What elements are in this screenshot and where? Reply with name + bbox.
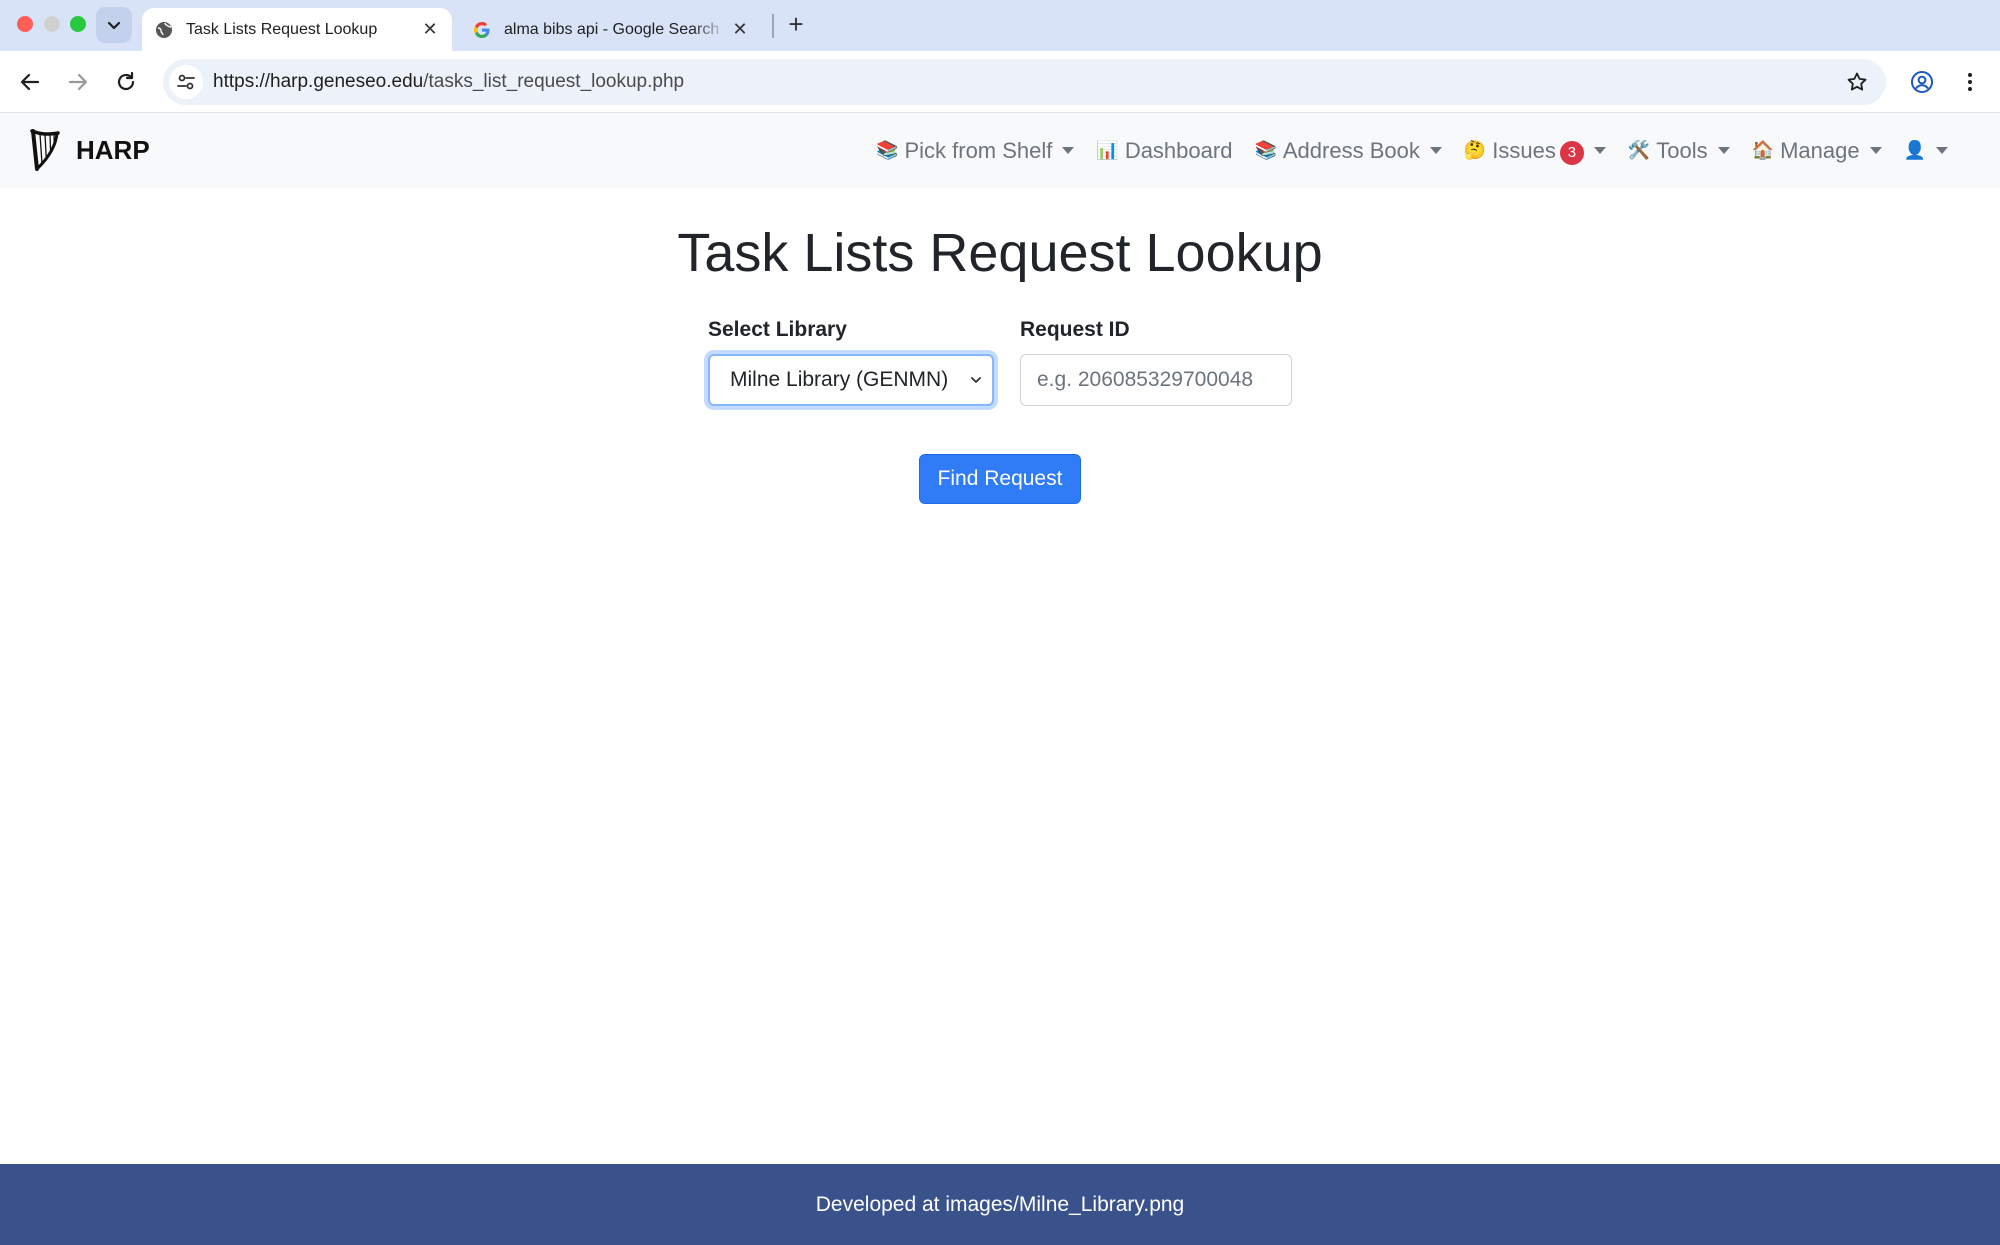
profile-button[interactable] [1904, 64, 1940, 100]
nav-issues[interactable]: 🤔 Issues 3 [1464, 137, 1606, 165]
address-bar[interactable]: https://harp.geneseo.edu/tasks_list_requ… [163, 59, 1886, 105]
browser-tab-strip: Task Lists Request Lookup ✕ alma bibs ap… [0, 0, 2000, 51]
nav-label: Address Book [1282, 137, 1420, 163]
nav-label: Dashboard [1124, 137, 1233, 163]
tab-title: Task Lists Request Lookup [186, 20, 378, 38]
request-id-field-group: Request ID [1020, 318, 1292, 406]
caret-down-icon [1429, 147, 1442, 154]
nav-address-book[interactable]: 📚 Address Book [1254, 137, 1442, 164]
books-icon: 📚 [876, 140, 899, 160]
nav-label: Pick from Shelf [904, 137, 1053, 163]
url-path: /tasks_list_request_lookup.php [423, 71, 685, 92]
issues-count-badge: 3 [1559, 140, 1584, 165]
browser-toolbar: https://harp.geneseo.edu/tasks_list_requ… [0, 51, 2000, 113]
nav-pick-from-shelf[interactable]: 📚 Pick from Shelf [876, 137, 1075, 164]
chevron-down-icon [107, 21, 121, 30]
reload-button[interactable] [108, 64, 144, 100]
close-window-button[interactable] [17, 16, 33, 32]
thinking-face-icon: 🤔 [1463, 140, 1487, 160]
nav-menu: 📚 Pick from Shelf 📊 Dashboard 📚 Address … [854, 113, 1948, 188]
lookup-form: Select Library Milne Library (GENMN) Req… [708, 318, 1318, 406]
request-id-label: Request ID [1020, 318, 1130, 341]
nav-user-menu[interactable]: 👤 [1904, 140, 1948, 161]
nav-tools[interactable]: 🛠️ Tools [1628, 138, 1730, 164]
account-circle-icon [1911, 71, 1933, 93]
tools-icon: 🛠️ [1627, 140, 1651, 160]
bar-chart-icon: 📊 [1096, 140, 1119, 160]
caret-down-icon [1869, 147, 1882, 154]
close-tab-icon[interactable]: ✕ [726, 16, 754, 44]
brand-name: HARP [76, 134, 150, 165]
arrow-right-icon [68, 73, 88, 91]
close-tab-icon[interactable]: ✕ [416, 16, 444, 44]
chevron-down-icon [966, 370, 986, 390]
back-button[interactable] [12, 64, 48, 100]
minimize-window-button[interactable] [44, 16, 60, 32]
url-text: https://harp.geneseo.edu/tasks_list_requ… [213, 71, 684, 93]
library-field-group: Select Library Milne Library (GENMN) [708, 318, 994, 406]
maximize-window-button[interactable] [70, 16, 86, 32]
reload-icon [117, 71, 135, 91]
url-host: https://harp.geneseo.edu [213, 71, 424, 92]
library-select[interactable]: Milne Library (GENMN) [708, 354, 994, 406]
page-title: Task Lists Request Lookup [677, 223, 1323, 283]
find-request-button[interactable]: Find Request [919, 454, 1081, 504]
site-settings-icon[interactable] [169, 65, 203, 99]
browser-menu-button[interactable] [1952, 64, 1988, 100]
library-label: Select Library [708, 318, 847, 341]
nav-label: Manage [1780, 137, 1860, 163]
nav-label: Issues [1492, 137, 1556, 163]
brand-link[interactable]: HARP [28, 127, 150, 173]
tab-search-button[interactable] [96, 7, 132, 43]
tab-separator [772, 14, 774, 38]
forward-button[interactable] [60, 64, 96, 100]
new-tab-button[interactable]: + [780, 8, 812, 40]
harp-icon [30, 129, 60, 171]
house-icon: 🏠 [1751, 140, 1775, 160]
browser-tab-active[interactable]: Task Lists Request Lookup ✕ [142, 8, 452, 51]
nav-label: Tools [1656, 137, 1708, 163]
footer-text: Developed at images/Milne_Library.png [815, 1192, 1185, 1216]
bookmark-star-icon[interactable] [1842, 67, 1872, 97]
browser-tab-inactive[interactable]: alma bibs api - Google Search ✕ [460, 8, 762, 51]
google-icon [472, 20, 492, 40]
nav-manage[interactable]: 🏠 Manage [1752, 138, 1882, 164]
kebab-menu-icon [1968, 73, 1972, 91]
arrow-left-icon [20, 73, 40, 91]
caret-down-icon [1936, 147, 1948, 154]
globe-icon [154, 20, 174, 40]
library-select-value: Milne Library (GENMN) [730, 368, 949, 391]
app-navbar: HARP 📚 Pick from Shelf 📊 Dashboard 📚 Add… [0, 113, 2000, 188]
caret-down-icon [1717, 147, 1730, 154]
nav-dashboard[interactable]: 📊 Dashboard [1096, 138, 1232, 164]
tab-title: alma bibs api - Google Search [504, 20, 720, 38]
user-icon: 👤 [1903, 140, 1926, 160]
caret-down-icon [1062, 147, 1075, 154]
caret-down-icon [1593, 147, 1606, 154]
request-id-input[interactable] [1020, 354, 1292, 406]
page-footer: Developed at images/Milne_Library.png [0, 1164, 2000, 1245]
books-icon: 📚 [1254, 140, 1277, 160]
